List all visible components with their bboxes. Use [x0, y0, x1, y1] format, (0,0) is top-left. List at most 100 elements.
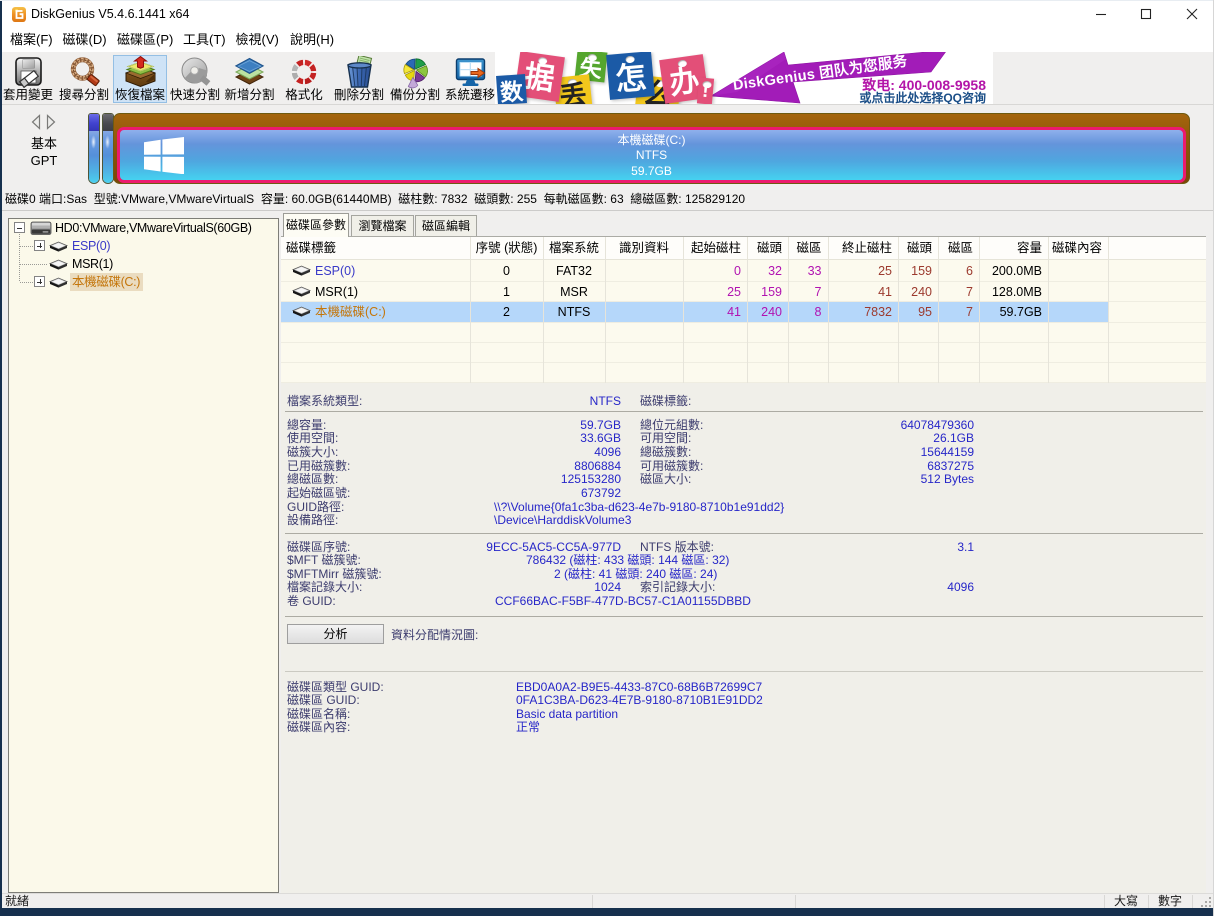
column-separator	[979, 237, 980, 383]
minimize-button[interactable]	[1078, 0, 1123, 28]
disk-info-text: 磁碟0 端口:Sas 型號:VMware,VMwareVirtualS 容量: …	[5, 189, 745, 210]
column-header[interactable]: 磁碟內容	[1048, 237, 1108, 260]
detail-label: 磁碟區名稱:	[287, 707, 350, 721]
expand-icon[interactable]	[34, 276, 45, 287]
table-row-msr[interactable]: MSR(1)1MSR251597412407128.0MB	[281, 282, 1108, 303]
partition-tree: HD0:VMware,VMwareVirtualS(60GB)ESP(0)MSR…	[8, 218, 279, 893]
grid-line	[281, 382, 1206, 383]
close-button[interactable]	[1169, 0, 1214, 28]
toolbar-button-label: 快速分割	[168, 89, 222, 102]
grid-line	[281, 281, 1206, 282]
detail-row: 總磁區數:125153280磁區大小:512 Bytes	[281, 472, 1206, 486]
table-cell: 25	[683, 282, 747, 303]
toolbar-button-recover-files[interactable]: 恢復檔案	[113, 55, 167, 103]
column-header[interactable]: 終止磁柱	[828, 237, 899, 260]
collapse-icon[interactable]	[14, 222, 25, 233]
toolbar-button-format[interactable]: 格式化	[277, 55, 331, 103]
column-header[interactable]: 起始磁柱	[683, 237, 747, 260]
toolbar-button-new-partition[interactable]: 新增分割	[223, 55, 277, 103]
maximize-button[interactable]	[1124, 0, 1169, 28]
menu-item-p[interactable]: 磁碟區(P)	[117, 28, 173, 52]
detail-row: $MFT 磁簇號:786432 (磁柱: 433 磁頭: 144 磁區: 32)	[281, 553, 1206, 567]
column-header[interactable]: 磁頭	[898, 237, 938, 260]
detail-row: 總容量:59.7GB總位元組數:64078479360	[281, 418, 1206, 432]
ad-qq-link[interactable]: 或点击此处选择QQ咨询	[859, 89, 986, 104]
tree-node-disk[interactable]: HD0:VMware,VMwareVirtualS(60GB)	[9, 219, 269, 237]
menu-item-v[interactable]: 檢視(V)	[236, 28, 279, 52]
toolbar-button-system-migration[interactable]: 系統遷移	[443, 55, 497, 103]
backup-partition-icon	[399, 56, 432, 89]
partition-bar-esp[interactable]	[88, 113, 100, 184]
recover-files-icon	[124, 56, 157, 89]
expand-icon[interactable]	[34, 240, 45, 251]
toolbar-button-delete-partition[interactable]: 刪除分割	[332, 55, 386, 103]
detail-label: 設備路徑:	[287, 513, 338, 527]
partition-label: ESP(0)	[315, 264, 355, 278]
tube-cap	[103, 114, 113, 131]
tab-browse-files[interactable]: 瀏覽檔案	[351, 215, 414, 236]
menu-item-f[interactable]: 檔案(F)	[10, 28, 53, 52]
detail-value: 786432 (磁柱: 433 磁頭: 144 磁區: 32)	[526, 553, 729, 567]
partition-bar-msr[interactable]	[102, 113, 114, 184]
toolbar-button-apply-changes[interactable]: 套用變更	[1, 55, 55, 103]
column-header[interactable]: 容量	[979, 237, 1048, 260]
ad-banner[interactable]: DiskGenius 团队为您服务 致电: 400-008-9958 或点击此处…	[495, 52, 993, 104]
tree-node-c[interactable]: 本機磁碟(C:)	[9, 273, 269, 291]
table-cell: 41	[683, 302, 747, 323]
detail-row: 使用空間:33.6GB可用空間:26.1GB	[281, 431, 1206, 445]
detail-row: 設備路徑:\Device\HarddiskVolume3	[281, 513, 1206, 527]
prev-disk-icon[interactable]	[31, 114, 41, 130]
table-row-c[interactable]: 本機磁碟(C:)2NTFS412408783295759.7GB	[281, 302, 1108, 323]
table-row-esp[interactable]: ESP(0)0FAT3203233251596200.0MB	[281, 261, 1108, 282]
column-header[interactable]: 檔案系統	[543, 237, 605, 260]
disk-scheme-label: GPT	[0, 153, 88, 169]
menu-item-h[interactable]: 說明(H)	[290, 28, 334, 52]
detail-value: 64078479360	[281, 418, 974, 432]
detail-value: Basic data partition	[516, 707, 618, 721]
tree-node-esp[interactable]: ESP(0)	[9, 237, 269, 255]
ad-tile-char: 怎	[613, 52, 648, 99]
detail-label: 卷 GUID:	[287, 594, 336, 608]
tube-cap	[89, 114, 99, 131]
status-text: 就緒	[5, 894, 29, 908]
column-header[interactable]: 識別資料	[605, 237, 683, 260]
menu-item-d[interactable]: 磁碟(D)	[63, 28, 107, 52]
toolbar-button-search-partition[interactable]: 搜尋分割	[57, 55, 111, 103]
column-header[interactable]: 磁頭	[747, 237, 788, 260]
tree-connector	[20, 264, 47, 265]
detail-row: 磁碟區 GUID:0FA1C3BA-D623-4E7B-9180-8710B1E…	[281, 693, 1206, 707]
column-separator	[470, 237, 471, 383]
partition-details: 分析 資料分配情況圖: 檔案系統類型:NTFS磁碟標籤:總容量:59.7GB總位…	[281, 383, 1206, 893]
next-disk-icon[interactable]	[46, 114, 56, 130]
column-header[interactable]: 序號 (狀態)	[470, 237, 543, 260]
column-header[interactable]: 磁碟標籤	[282, 237, 470, 260]
column-separator	[605, 237, 606, 383]
toolbar-button-backup-partition[interactable]: 備份分割	[388, 55, 442, 103]
detail-value: 673792	[281, 486, 621, 500]
tab-sector-edit[interactable]: 磁區編輯	[415, 215, 477, 236]
table-cell: 8	[788, 302, 828, 323]
tab-partition-parameters[interactable]: 磁碟區參數	[283, 213, 349, 237]
tree-node-msr[interactable]: MSR(1)	[9, 255, 269, 273]
table-cell: 2	[470, 302, 543, 323]
analyze-button[interactable]: 分析	[287, 624, 384, 644]
toolbar-button-quick-partition[interactable]: 快速分割	[168, 55, 222, 103]
search-partition-icon	[68, 56, 101, 89]
column-header[interactable]: 磁區	[788, 237, 828, 260]
close-icon	[1186, 8, 1198, 20]
tree-node-label: HD0:VMware,VMwareVirtualS(60GB)	[53, 219, 255, 237]
detail-row: $MFTMirr 磁簇號:2 (磁柱: 41 磁頭: 240 磁區: 24)	[281, 567, 1206, 581]
partition-bar-c[interactable]: 本機磁碟(C:) NTFS 59.7GB	[117, 127, 1186, 183]
table-cell: 159	[747, 282, 788, 303]
menu-item-t[interactable]: 工具(T)	[183, 28, 226, 52]
resize-grip[interactable]	[1200, 896, 1212, 908]
table-cell: 25	[828, 261, 899, 282]
partition-label: 本機磁碟(C:)	[315, 305, 386, 319]
toolbar-button-label: 刪除分割	[332, 89, 386, 102]
detail-row: 起始磁區號:673792	[281, 486, 1206, 500]
app-window: DiskGenius V5.4.6.1441 x64 檔案(F)磁碟(D)磁碟區…	[0, 0, 1214, 916]
grid-line	[281, 362, 1206, 363]
column-header[interactable]: 磁區	[938, 237, 979, 260]
tube-shine	[105, 135, 110, 149]
detail-value: 4096	[281, 580, 974, 594]
